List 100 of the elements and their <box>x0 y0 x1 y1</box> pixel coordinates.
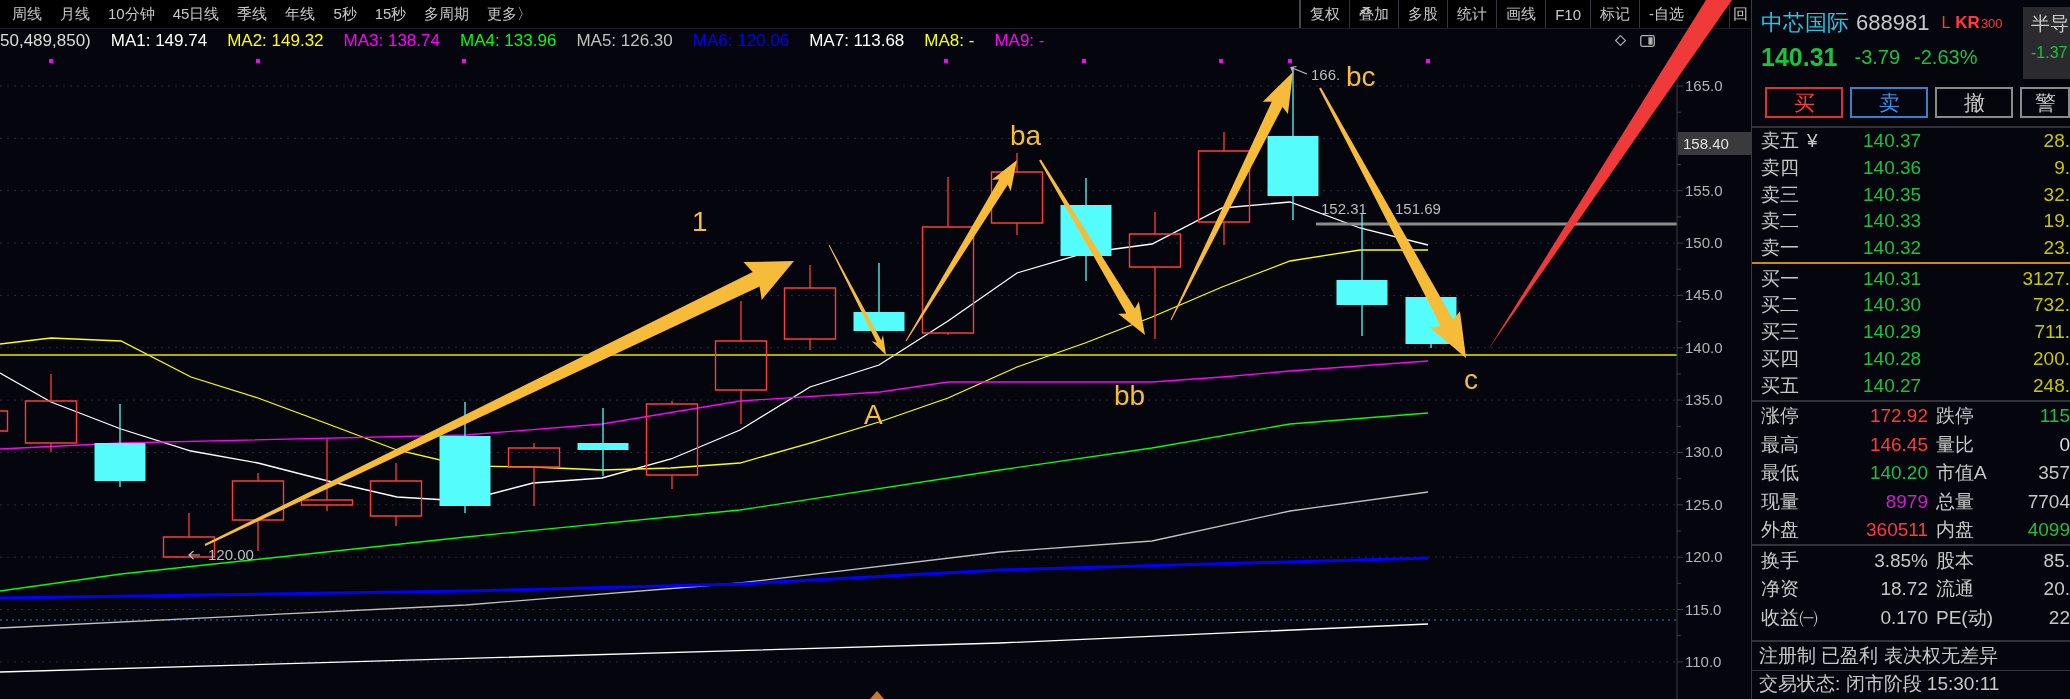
event-marker-icon <box>1082 59 1086 63</box>
level-label: 买五 <box>1761 373 1799 398</box>
axis-label: 150.0 <box>1685 234 1723 252</box>
flag-label: L <box>1941 14 1951 32</box>
toolbar-button[interactable]: F10 <box>1545 0 1590 28</box>
period-button[interactable]: 季线 <box>237 4 268 24</box>
axis-label: 115.0 <box>1685 600 1722 618</box>
stat-value: 140.20 <box>1868 462 1928 485</box>
sector-change: -1.37 <box>2031 43 2069 63</box>
stat-value: 146.45 <box>1868 433 1928 456</box>
order-volume: 3127. <box>2022 267 2070 290</box>
sector-name: 半导 <box>2031 12 2070 36</box>
period-button[interactable]: 5秒 <box>333 4 357 24</box>
leader-arrow <box>188 550 201 560</box>
toolbar-button[interactable]: 画线 <box>1496 0 1546 28</box>
candlestick <box>577 407 629 477</box>
price-label: 152.31 <box>1321 200 1367 217</box>
level-label: 卖三 <box>1761 182 1799 207</box>
flag-label: KR <box>1955 13 1980 33</box>
stat-label: 总量 <box>1935 489 1975 514</box>
stat-label: 收益㈠ <box>1761 605 1819 630</box>
toolbar-button[interactable]: 复权 <box>1299 0 1350 28</box>
period-button[interactable]: 更多〉 <box>487 4 533 24</box>
stat-value: 18.72 <box>1879 578 1928 601</box>
axis-label: 140.0 <box>1685 338 1723 356</box>
period-button[interactable]: 10分钟 <box>108 4 155 24</box>
period-button[interactable]: 月线 <box>60 4 90 24</box>
period-button[interactable]: 周线 <box>12 4 42 24</box>
level-label: 卖五 <box>1761 129 1799 154</box>
level-label: 卖四 <box>1761 156 1799 181</box>
event-marker-icon <box>256 59 260 63</box>
stat-label: 外盘 <box>1761 518 1800 543</box>
stock-code: 688981 <box>1856 10 1930 36</box>
event-marker-icon <box>1426 59 1430 63</box>
stat-label: 涨停 <box>1761 404 1800 429</box>
stat-value: 357 <box>2037 462 2070 485</box>
panel-toggle-icon[interactable] <box>1640 34 1655 47</box>
flag-label: 300 <box>1980 15 2003 31</box>
stock-name: 中芯国际 <box>1761 9 1849 37</box>
order-price: 140.32 <box>1863 237 1923 260</box>
sector-card[interactable]: 半导 -1.37 <box>2023 7 2070 79</box>
toolbar-button[interactable]: 统计 <box>1447 0 1497 28</box>
event-marker-icon <box>944 59 948 63</box>
price-label: 120.00 <box>208 546 254 563</box>
toolbar-button[interactable]: 多股 <box>1398 0 1448 28</box>
currency-symbol: ¥ <box>1807 130 1818 153</box>
trade-button[interactable]: 撤 <box>1935 87 2013 118</box>
volume-reading: 50,489,850) <box>0 30 91 51</box>
period-button[interactable]: 年线 <box>285 4 316 24</box>
axis-label: 145.0 <box>1685 286 1723 304</box>
level-label: 买四 <box>1761 346 1799 371</box>
stat-label: 现量 <box>1761 489 1800 514</box>
stat-label: 内盘 <box>1935 518 1975 543</box>
candlestick <box>369 462 423 527</box>
period-button[interactable]: 15秒 <box>374 4 407 24</box>
price-label: 151.69 <box>1395 200 1441 217</box>
order-price: 140.29 <box>1863 321 1923 344</box>
axis-label: 130.0 <box>1685 443 1723 461</box>
trade-button[interactable]: 警 <box>2020 87 2070 118</box>
trade-button[interactable]: 卖 <box>1850 87 1928 118</box>
wave-label: A <box>864 399 883 430</box>
feature-tags: 注册制 已盈利 表决权无差异 <box>1752 641 2070 671</box>
stat-value: 8979 <box>1884 490 1928 513</box>
order-price: 140.33 <box>1863 210 1923 233</box>
period-button[interactable]: 多周期 <box>424 4 470 24</box>
stat-label: 最高 <box>1761 432 1800 457</box>
price-label: 166. <box>1311 66 1341 83</box>
event-marker-icon <box>1288 59 1292 63</box>
event-marker-icon <box>462 59 466 63</box>
toolbar-button[interactable]: 标记 <box>1590 0 1639 28</box>
moving-average-reading: MA9: - <box>994 30 1045 51</box>
wave-label: ba <box>1010 120 1042 151</box>
moving-average-reading: MA6: 120.06 <box>692 30 790 51</box>
level-label: 卖二 <box>1761 209 1799 234</box>
stat-label: 跌停 <box>1935 404 1975 429</box>
marker-icon <box>870 691 884 699</box>
order-price: 140.35 <box>1863 183 1923 206</box>
stat-label: 最低 <box>1761 461 1800 486</box>
toolbar-button[interactable]: -自选 <box>1639 0 1684 28</box>
toolbar-button[interactable]: 叠加 <box>1349 0 1399 28</box>
moving-average-reading: MA5: 126.30 <box>576 30 673 51</box>
event-marker-icon <box>1219 59 1223 63</box>
period-button[interactable]: 45日线 <box>172 4 220 24</box>
event-marker-icon <box>49 59 53 63</box>
axis-label: 135.0 <box>1685 391 1723 409</box>
order-volume: 732. <box>2033 294 2070 317</box>
diamond-icon[interactable] <box>1615 35 1626 46</box>
stat-label: 市值A <box>1935 461 1988 486</box>
candlestick <box>507 442 561 507</box>
stat-value: 20. <box>2042 578 2070 601</box>
order-volume: 200. <box>2033 347 2070 370</box>
trade-button[interactable]: 买 <box>1765 87 1843 118</box>
order-price: 140.36 <box>1863 157 1923 180</box>
stat-value: 4099 <box>2026 519 2070 542</box>
axis-label: 120.0 <box>1685 548 1723 566</box>
stat-label: 换手 <box>1761 548 1800 573</box>
horizontal-line[interactable] <box>1316 222 1677 226</box>
trading-status: 交易状态: 闭市阶段 15:30:11 <box>1758 671 2001 696</box>
axis-label: 110.0 <box>1685 652 1722 670</box>
candlestick <box>0 410 9 432</box>
